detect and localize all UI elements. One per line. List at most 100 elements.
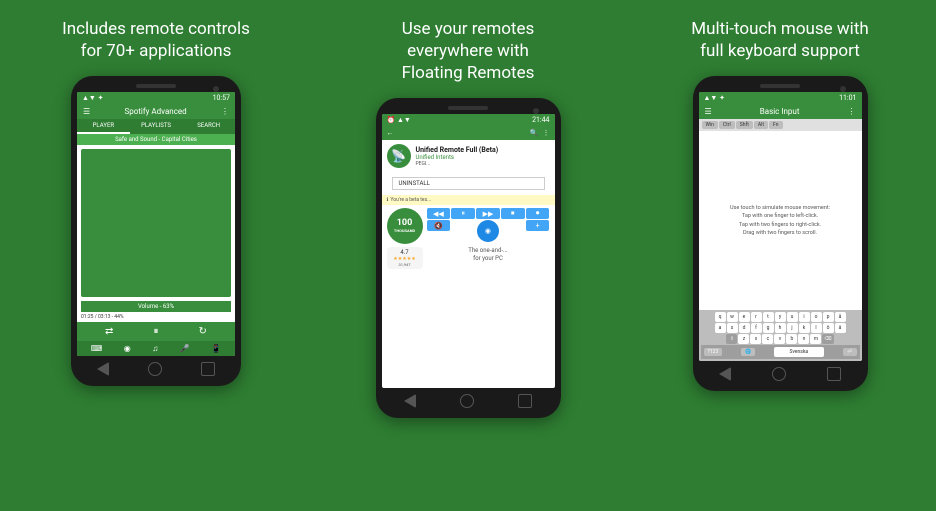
phone2-screen: ⏰ ▲▼ 21:44 ← 🔍 ⋮ 📡 Unified Remote Full (… (382, 114, 555, 388)
shift-key[interactable]: Shft (736, 121, 753, 129)
mouse-area[interactable]: Use touch to simulate mouse movement: Ta… (702, 134, 859, 307)
keyboard-icon[interactable]: ⌨ (91, 344, 103, 353)
phone3-camera (840, 86, 846, 92)
win-key[interactable]: Win (702, 121, 718, 129)
key-m[interactable]: m (810, 334, 821, 344)
key-k[interactable]: k (799, 323, 810, 333)
special-keys-row: Win Ctrl Shft Alt Fn (699, 119, 862, 131)
key-u[interactable]: u (787, 312, 798, 322)
beta-text: You're a beta tes... (390, 197, 431, 203)
key-globe[interactable]: 🌐 (741, 348, 755, 356)
key-ae[interactable]: ä (835, 323, 846, 333)
key-d[interactable]: d (739, 323, 750, 333)
rbtn-6[interactable]: 🔇 (427, 220, 451, 231)
key-a[interactable]: a (715, 323, 726, 333)
phone-icon[interactable]: 📱 (211, 344, 221, 353)
downloads-label: THOUSAND (394, 228, 415, 233)
uninstall-button[interactable]: UNINSTALL (392, 177, 545, 190)
repeat-icon[interactable]: ↻ (199, 326, 207, 337)
rbtn-2[interactable]: ⏸ (451, 208, 475, 219)
uninstall-container: UNINSTALL (382, 172, 555, 195)
rbtn-4[interactable]: ⏹ (501, 208, 525, 219)
remote-btn-grid: ◀◀ ⏸ ▶▶ ⏹ ⏺ 🔇 ◉ + (427, 208, 550, 242)
home-btn-2[interactable] (460, 394, 474, 408)
panel1-title: Includes remote controls for 70+ applica… (62, 18, 250, 62)
back-arrow-icon[interactable]: ← (387, 129, 394, 137)
app-details: Unified Remote Full (Beta) Unified Inten… (416, 146, 499, 167)
kb-row-3: ⇧ z x c v b n m ⌫ (701, 334, 860, 344)
key-o[interactable]: o (811, 312, 822, 322)
key-x[interactable]: x (750, 334, 761, 344)
key-b[interactable]: b (786, 334, 797, 344)
key-f[interactable]: f (751, 323, 762, 333)
alt-key[interactable]: Alt (754, 121, 768, 129)
shuffle-icon[interactable]: ⇄ (105, 326, 113, 337)
rbtn-vol[interactable]: + (526, 220, 550, 231)
mouse-instr-1: Use touch to simulate mouse movement: (730, 204, 830, 212)
app-info-row: 📡 Unified Remote Full (Beta) Unified Int… (382, 140, 555, 172)
key-j[interactable]: j (787, 323, 798, 333)
fn-key[interactable]: Fn (769, 121, 783, 129)
back-btn-2[interactable] (404, 394, 416, 408)
key-n[interactable]: n (798, 334, 809, 344)
recents-btn-2[interactable] (518, 394, 532, 408)
key-g[interactable]: g (763, 323, 774, 333)
key-s[interactable]: s (727, 323, 738, 333)
key-aa[interactable]: å (835, 312, 846, 322)
spotify-bottom-bar: ⌨ ◉ ♫ 🎤 📱 (77, 341, 235, 356)
recents-btn-3[interactable] (827, 367, 841, 381)
home-btn-3[interactable] (772, 367, 786, 381)
app-badge: PEGI... (416, 161, 499, 167)
key-l[interactable]: l (811, 323, 822, 333)
rbtn-center[interactable]: ◉ (477, 220, 499, 242)
rbtn-3[interactable]: ▶▶ (476, 208, 500, 219)
key-z[interactable]: z (738, 334, 749, 344)
key-q[interactable]: q (715, 312, 726, 322)
remote-controls: ◀◀ ⏸ ▶▶ ⏹ ⏺ 🔇 ◉ + The one-and-... for yo… (427, 208, 550, 269)
rbtn-1[interactable]: ◀◀ (427, 208, 451, 219)
search-icon[interactable]: 🔍 (530, 129, 539, 137)
panel-unified: Use your remotes everywhere with Floatin… (312, 0, 624, 511)
back-btn-1[interactable] (97, 362, 109, 376)
menu-icon-1: ☰ (83, 107, 90, 116)
main-container: Includes remote controls for 70+ applica… (0, 0, 936, 511)
app-desc: The one-and-... for your PC (427, 244, 550, 266)
rbtn-5[interactable]: ⏺ (526, 208, 550, 219)
app-developer: Unified Intents (416, 154, 499, 161)
tab-playlists[interactable]: PLAYLISTS (130, 119, 183, 134)
key-e[interactable]: e (739, 312, 750, 322)
tab-search[interactable]: SEARCH (182, 119, 235, 134)
progress-bar-container: 01:25 / 03:13 - 44% (77, 312, 235, 322)
key-shift[interactable]: ⇧ (726, 334, 737, 344)
key-h[interactable]: h (775, 323, 786, 333)
key-p[interactable]: p (823, 312, 834, 322)
key-oe[interactable]: ö (823, 323, 834, 333)
key-123[interactable]: ?123 (704, 348, 723, 356)
key-w[interactable]: w (727, 312, 738, 322)
rating-count: 31,947 (391, 262, 419, 267)
home-btn-1[interactable] (148, 362, 162, 376)
key-r[interactable]: r (751, 312, 762, 322)
key-backspace[interactable]: ⌫ (822, 334, 833, 344)
tab-player[interactable]: PLAYER (77, 119, 130, 134)
more-icon[interactable]: ⋮ (543, 129, 550, 137)
status-bar-1: ▲▼ ✦ 10:57 (77, 92, 235, 104)
key-t[interactable]: t (763, 312, 774, 322)
status-bar-2: ⏰ ▲▼ 21:44 (382, 114, 555, 126)
ctrl-key[interactable]: Ctrl (719, 121, 735, 129)
key-space[interactable]: Svenska (774, 347, 824, 357)
more-icon-3: ⋮ (848, 107, 856, 116)
back-btn-3[interactable] (719, 367, 731, 381)
status-time-1: 10:57 (213, 94, 230, 102)
key-i[interactable]: i (799, 312, 810, 322)
key-y[interactable]: y (775, 312, 786, 322)
remote-icon[interactable]: ◉ (124, 344, 131, 353)
mic-icon[interactable]: 🎤 (180, 344, 190, 353)
key-enter[interactable]: ⏎ (843, 348, 857, 356)
recents-btn-1[interactable] (201, 362, 215, 376)
downloads-badge: 100 THOUSAND (387, 208, 423, 244)
pause-icon[interactable]: ⏸ (153, 326, 158, 337)
key-v[interactable]: v (774, 334, 785, 344)
key-c[interactable]: c (762, 334, 773, 344)
music-icon[interactable]: ♫ (152, 344, 158, 353)
